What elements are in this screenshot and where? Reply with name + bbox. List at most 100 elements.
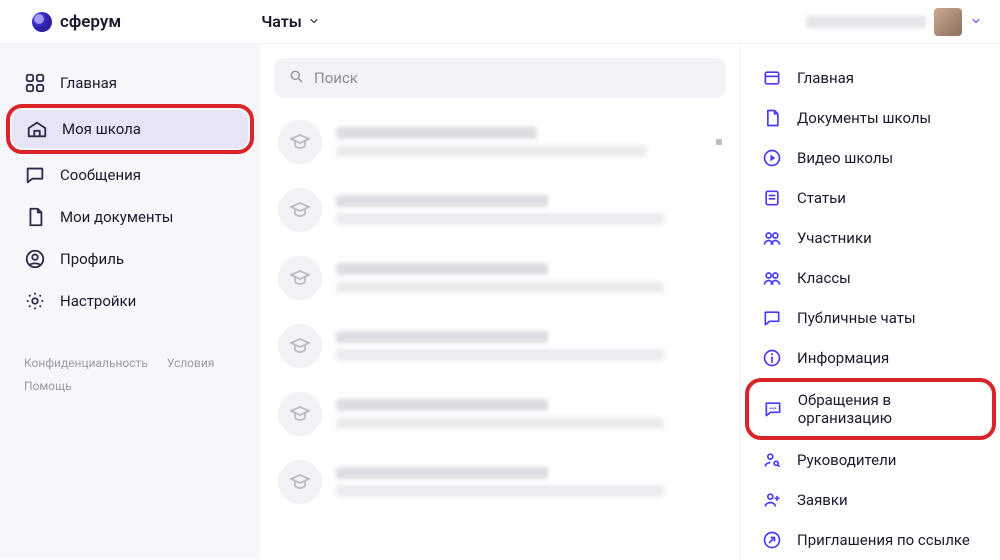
menu-item-label: Классы xyxy=(797,269,851,287)
chat-text xyxy=(336,331,722,361)
chat-avatar xyxy=(278,392,322,436)
chat-avatar xyxy=(278,120,322,164)
chevron-down-icon xyxy=(970,12,982,31)
chat-title-placeholder xyxy=(336,399,548,411)
chat-text xyxy=(336,127,702,157)
legal-links: Конфиденциальность Условия Помощь xyxy=(10,352,250,398)
chat-avatar xyxy=(278,256,322,300)
chat-title-placeholder xyxy=(336,467,548,479)
sidebar-item-label: Главная xyxy=(60,74,117,92)
menu-item-articles[interactable]: Статьи xyxy=(749,178,992,218)
menu-highlight: Обращения в организацию xyxy=(745,378,996,440)
menu-group-1: Главная Документы школы Видео школы Стат… xyxy=(749,58,992,218)
legal-terms[interactable]: Условия xyxy=(167,356,215,370)
info-icon xyxy=(761,347,783,369)
chat-row[interactable] xyxy=(274,448,726,516)
chat-row[interactable] xyxy=(274,108,726,176)
sidebar-item-settings[interactable]: Настройки xyxy=(10,280,250,322)
chat-avatar xyxy=(278,188,322,232)
menu-item-label: Публичные чаты xyxy=(797,309,916,327)
chat-subtitle-placeholder xyxy=(336,485,664,497)
link-arrow-icon xyxy=(761,529,783,551)
chat-text xyxy=(336,195,722,225)
chat-dots-icon xyxy=(763,398,784,420)
sidebar-item-label: Моя школа xyxy=(62,120,141,138)
school-icon xyxy=(26,118,48,140)
window-icon xyxy=(761,67,783,89)
user-menu[interactable] xyxy=(806,8,982,36)
search-input[interactable]: Поиск xyxy=(274,58,726,98)
gear-icon xyxy=(24,290,46,312)
chat-avatar xyxy=(278,460,322,504)
chats-dropdown[interactable]: Чаты xyxy=(261,12,320,31)
menu-item-invites[interactable]: Приглашения по ссылке xyxy=(749,520,992,560)
chat-subtitle-placeholder xyxy=(336,349,664,361)
chat-title-placeholder xyxy=(336,195,548,207)
chat-subtitle-placeholder xyxy=(336,145,647,157)
chat-row[interactable] xyxy=(274,244,726,312)
brand-logo-icon xyxy=(32,12,52,32)
menu-item-video[interactable]: Видео школы xyxy=(749,138,992,178)
chat-subtitle-placeholder xyxy=(336,281,664,293)
sidebar-item-school[interactable]: Моя школа xyxy=(12,110,248,148)
sidebar-highlight: Моя школа xyxy=(6,104,254,154)
sidebar: Главная Моя школа Сообщения Мои документ… xyxy=(0,44,260,559)
grid-icon xyxy=(24,72,46,94)
chat-title-placeholder xyxy=(336,127,537,139)
sidebar-item-messages[interactable]: Сообщения xyxy=(10,154,250,196)
menu-item-label: Обращения в организацию xyxy=(798,391,978,427)
menu-item-appeals[interactable]: Обращения в организацию xyxy=(751,384,990,434)
sidebar-item-label: Сообщения xyxy=(60,166,141,184)
legal-help[interactable]: Помощь xyxy=(24,379,72,393)
user-name-placeholder xyxy=(806,16,926,28)
menu-item-label: Главная xyxy=(797,69,854,87)
person-plus-icon xyxy=(761,489,783,511)
article-icon xyxy=(761,187,783,209)
menu-item-home2[interactable]: Главная xyxy=(749,58,992,98)
sidebar-item-docs[interactable]: Мои документы xyxy=(10,196,250,238)
chat-bubble-icon xyxy=(761,307,783,329)
legal-privacy[interactable]: Конфиденциальность xyxy=(24,356,148,370)
menu-item-label: Статьи xyxy=(797,189,846,207)
brand[interactable]: сферум xyxy=(32,12,121,32)
search-placeholder: Поиск xyxy=(314,69,358,87)
document-icon xyxy=(24,206,46,228)
chat-column: Поиск xyxy=(260,44,740,559)
chat-row[interactable] xyxy=(274,380,726,448)
menu-item-label: Документы школы xyxy=(797,109,931,127)
chevron-down-icon xyxy=(308,12,320,31)
menu-item-info[interactable]: Информация xyxy=(749,338,992,378)
profile-icon xyxy=(24,248,46,270)
chats-label: Чаты xyxy=(261,12,302,31)
chat-title-placeholder xyxy=(336,263,548,275)
menu-item-members[interactable]: Участники xyxy=(749,218,992,258)
sidebar-item-home[interactable]: Главная xyxy=(10,62,250,104)
chat-subtitle-placeholder xyxy=(336,213,664,225)
menu-item-label: Участники xyxy=(797,229,872,247)
chat-row[interactable] xyxy=(274,312,726,380)
chat-list xyxy=(274,108,726,516)
menu-item-label: Заявки xyxy=(797,491,848,509)
menu-group-3: Информация Обращения в организацию Руков… xyxy=(749,338,992,560)
chat-text xyxy=(336,399,722,429)
menu-item-label: Приглашения по ссылке xyxy=(797,531,970,549)
menu-item-leaders[interactable]: Руководители xyxy=(749,440,992,480)
right-panel: Главная Документы школы Видео школы Стат… xyxy=(740,44,1000,559)
menu-item-sdocs[interactable]: Документы школы xyxy=(749,98,992,138)
chat-icon xyxy=(24,164,46,186)
menu-group-2: Участники Классы Публичные чаты xyxy=(749,218,992,338)
people-icon xyxy=(761,267,783,289)
sidebar-item-profile[interactable]: Профиль xyxy=(10,238,250,280)
chat-title-placeholder xyxy=(336,331,548,343)
chat-row[interactable] xyxy=(274,176,726,244)
menu-item-label: Видео школы xyxy=(797,149,893,167)
menu-item-classes[interactable]: Классы xyxy=(749,258,992,298)
menu-item-label: Информация xyxy=(797,349,889,367)
chat-text xyxy=(336,263,722,293)
menu-item-requests[interactable]: Заявки xyxy=(749,480,992,520)
sidebar-item-label: Профиль xyxy=(60,250,124,268)
menu-item-pubchats[interactable]: Публичные чаты xyxy=(749,298,992,338)
topbar: сферум Чаты xyxy=(0,0,1000,44)
chat-avatar xyxy=(278,324,322,368)
sidebar-item-label: Мои документы xyxy=(60,208,173,226)
